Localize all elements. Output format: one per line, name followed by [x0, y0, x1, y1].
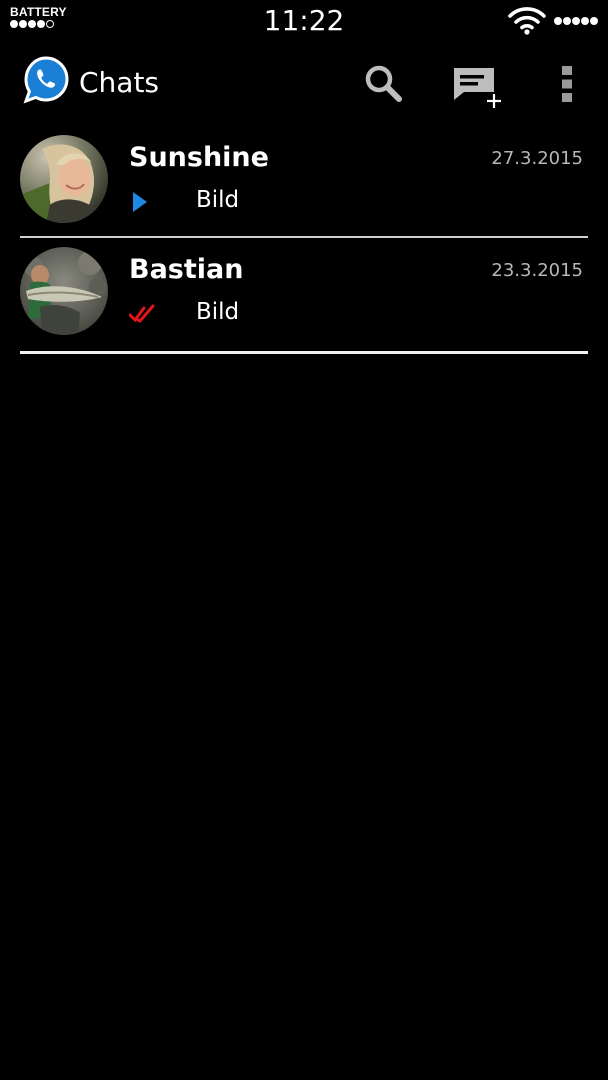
- message-preview: Bild: [196, 187, 240, 213]
- contact-name: Sunshine: [129, 142, 269, 173]
- chat-date: 27.3.2015: [491, 148, 583, 169]
- avatar: [20, 247, 108, 335]
- status-bar: BATTERY 11:22: [0, 0, 608, 44]
- message-preview: Bild: [196, 299, 240, 325]
- search-button[interactable]: [358, 58, 410, 110]
- new-chat-icon: [454, 68, 501, 108]
- chat-list: Sunshine 27.3.2015 Bild Bastian 23.3.201…: [0, 126, 608, 354]
- avatar-photo: [20, 135, 108, 223]
- overflow-menu-icon: [562, 66, 572, 102]
- chat-row-bastian[interactable]: Bastian 23.3.2015 Bild: [0, 238, 608, 354]
- app-bar: Chats: [0, 52, 608, 116]
- divider: [20, 351, 588, 354]
- chat-row-sunshine[interactable]: Sunshine 27.3.2015 Bild: [0, 126, 608, 238]
- search-icon: [365, 65, 402, 102]
- signal-strength-icon: [554, 17, 598, 25]
- wifi-icon: [508, 7, 546, 35]
- double-check-icon: [129, 304, 155, 323]
- page-title: Chats: [79, 66, 160, 99]
- whatsapp-logo-icon: [23, 56, 69, 104]
- contact-name: Bastian: [129, 254, 244, 285]
- overflow-menu-button[interactable]: [541, 58, 593, 110]
- play-arrow-icon: [133, 192, 147, 212]
- avatar-photo: [20, 247, 108, 335]
- chat-date: 23.3.2015: [491, 260, 583, 281]
- avatar: [20, 135, 108, 223]
- new-chat-button[interactable]: [450, 58, 502, 110]
- status-right-icons: [508, 7, 598, 35]
